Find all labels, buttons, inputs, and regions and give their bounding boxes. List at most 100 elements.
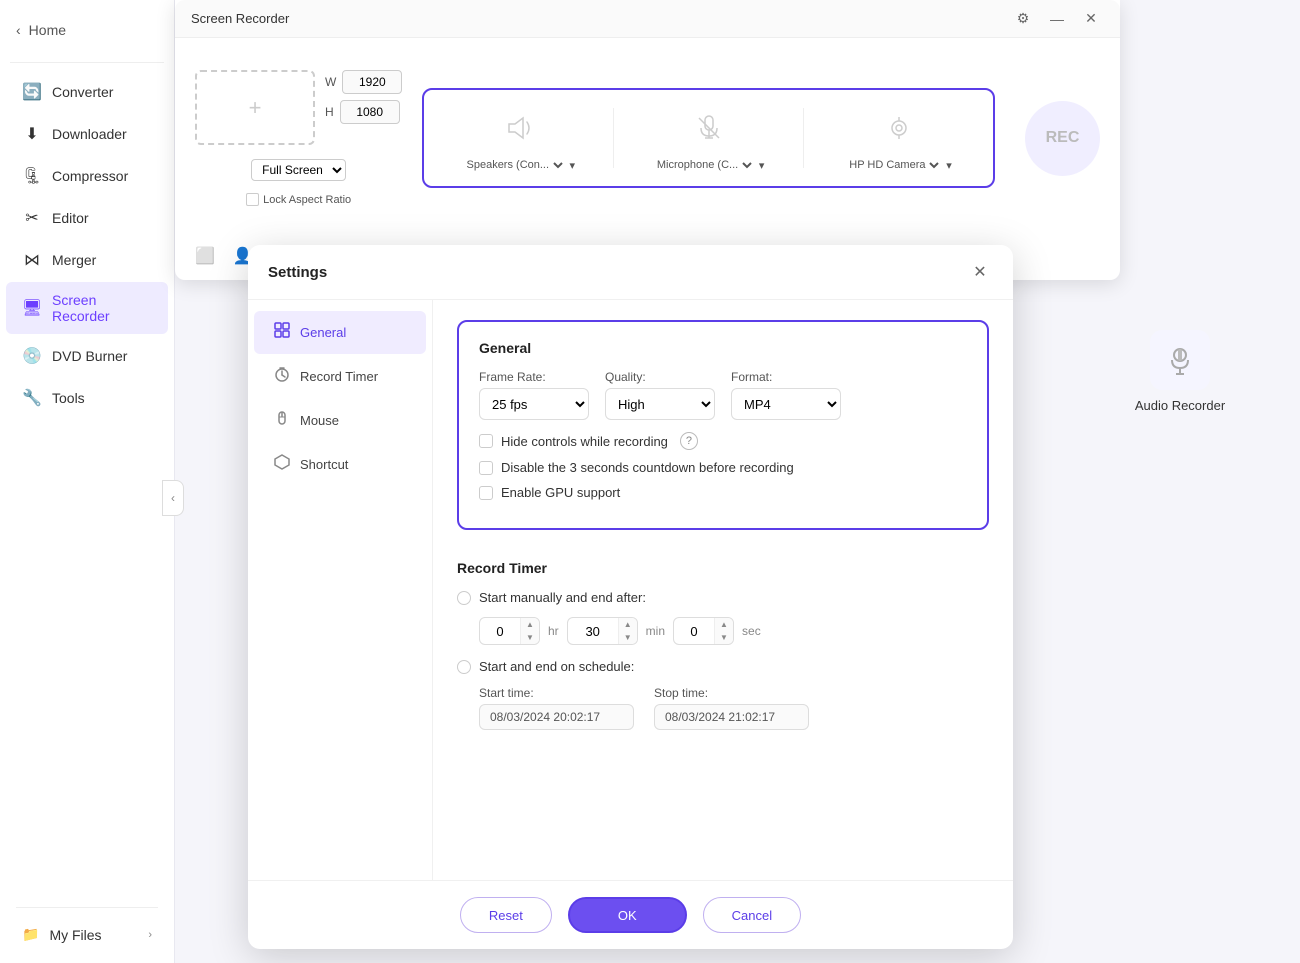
hide-controls-label: Hide controls while recording (501, 434, 668, 449)
quality-select[interactable]: High Low Medium Lossless (605, 388, 715, 420)
audio-recorder-card[interactable]: Audio Recorder (1120, 330, 1240, 413)
microphone-select-row: Microphone (C... ▾ (653, 158, 765, 172)
enable-gpu-label: Enable GPU support (501, 485, 620, 500)
schedule-radio-button[interactable] (457, 660, 471, 674)
microphone-select[interactable]: Microphone (C... (653, 158, 755, 172)
microphone-icon (685, 104, 733, 152)
downloader-icon: ⬇ (22, 124, 42, 144)
settings-modal-close-button[interactable]: ✕ (967, 259, 993, 285)
schedule-fields: Start time: Stop time: (479, 686, 989, 730)
manual-radio-row: Start manually and end after: (457, 590, 989, 605)
disable-countdown-checkbox[interactable] (479, 461, 493, 475)
rec-button[interactable]: REC (1025, 101, 1100, 176)
sidebar-item-label-converter: Converter (52, 84, 113, 100)
sec-input-wrap: ▲ ▼ (673, 617, 734, 645)
modal-footer: Reset OK Cancel (248, 880, 1013, 949)
ok-button[interactable]: OK (568, 897, 687, 933)
general-nav-icon (274, 322, 290, 343)
screen-preview[interactable]: + (195, 70, 315, 145)
width-input[interactable] (342, 70, 402, 94)
sidebar-item-label-dvd-burner: DVD Burner (52, 348, 127, 364)
start-time-input[interactable] (479, 704, 634, 730)
sidebar: ‹ Home 🔄 Converter ⬇ Downloader 🗜 Compre… (0, 0, 175, 963)
screen-plus-icon: + (249, 95, 262, 121)
frame-rate-select[interactable]: 25 fps 15 fps 20 fps 30 fps 60 fps (479, 388, 589, 420)
cancel-button[interactable]: Cancel (703, 897, 801, 933)
screen-recorder-icon: 🖥 (22, 298, 42, 318)
sidebar-item-compressor[interactable]: 🗜 Compressor (6, 156, 168, 196)
hide-controls-row: Hide controls while recording ? (479, 432, 967, 450)
settings-nav-record-timer[interactable]: Record Timer (254, 355, 426, 398)
recorder-title: Screen Recorder (191, 11, 289, 26)
camera-dropdown-icon: ▾ (946, 159, 952, 172)
settings-nav-general[interactable]: General (254, 311, 426, 354)
hr-spin-down[interactable]: ▼ (521, 631, 539, 644)
settings-nav-shortcut[interactable]: Shortcut (254, 443, 426, 486)
sidebar-item-label-editor: Editor (52, 210, 89, 226)
sidebar-home-label: Home (29, 22, 66, 38)
min-spin-up[interactable]: ▲ (619, 618, 637, 631)
record-timer-section: Record Timer Start manually and end afte… (457, 550, 989, 740)
manual-radio-button[interactable] (457, 591, 471, 605)
stop-time-input[interactable] (654, 704, 809, 730)
sidebar-item-dvd-burner[interactable]: 💿 DVD Burner (6, 336, 168, 376)
sidebar-item-merger[interactable]: ⋈ Merger (6, 240, 168, 280)
screenshot-toolbar-item[interactable]: ⬜ (195, 246, 215, 266)
hr-input-wrap: ▲ ▼ (479, 617, 540, 645)
fullscreen-row: Full Screen (251, 159, 346, 181)
settings-nav-mouse-label: Mouse (300, 413, 339, 428)
height-input[interactable] (340, 100, 400, 124)
stop-time-field: Stop time: (654, 686, 809, 730)
recorder-minimize-button[interactable]: — (1044, 6, 1070, 32)
sidebar-item-editor[interactable]: ✂ Editor (6, 198, 168, 238)
frame-rate-label: Frame Rate: (479, 370, 589, 384)
quality-label: Quality: (605, 370, 715, 384)
reset-button[interactable]: Reset (460, 897, 552, 933)
general-fields-row: Frame Rate: 25 fps 15 fps 20 fps 30 fps … (479, 370, 967, 420)
editor-icon: ✂ (22, 208, 42, 228)
sidebar-collapse-button[interactable]: ‹ (162, 480, 184, 516)
converter-icon: 🔄 (22, 82, 42, 102)
width-row: W (325, 70, 402, 94)
sidebar-item-label-merger: Merger (52, 252, 96, 268)
timer-fields: ▲ ▼ hr ▲ ▼ min (479, 617, 989, 645)
hr-input[interactable] (480, 624, 520, 639)
disable-countdown-row: Disable the 3 seconds countdown before r… (479, 460, 967, 475)
recorder-close-button[interactable]: ✕ (1078, 6, 1104, 32)
mouse-nav-icon (274, 410, 290, 431)
sidebar-item-tools[interactable]: 🔧 Tools (6, 378, 168, 418)
sidebar-myfiles[interactable]: 📁 My Files › (6, 916, 168, 953)
fullscreen-select[interactable]: Full Screen (251, 159, 346, 181)
hr-spin-up[interactable]: ▲ (521, 618, 539, 631)
lock-ratio-checkbox[interactable] (246, 193, 259, 206)
recorder-window: Screen Recorder ⚙ — ✕ + W H (175, 0, 1120, 280)
hide-controls-help-icon[interactable]: ? (680, 432, 698, 450)
format-select[interactable]: MP4 MOV AVI MKV GIF (731, 388, 841, 420)
sidebar-divider-top (10, 62, 164, 63)
sidebar-item-screen-recorder[interactable]: 🖥 Screen Recorder (6, 282, 168, 334)
sec-input[interactable] (674, 624, 714, 639)
sidebar-back-home[interactable]: ‹ Home (0, 10, 174, 50)
sidebar-item-downloader[interactable]: ⬇ Downloader (6, 114, 168, 154)
min-spin-down[interactable]: ▼ (619, 631, 637, 644)
enable-gpu-checkbox[interactable] (479, 486, 493, 500)
sec-spin-down[interactable]: ▼ (715, 631, 733, 644)
modal-titlebar: Settings ✕ (248, 245, 1013, 300)
general-section-title: General (479, 340, 967, 356)
sidebar-item-label-compressor: Compressor (52, 168, 128, 184)
settings-nav-mouse[interactable]: Mouse (254, 399, 426, 442)
lock-ratio-label: Lock Aspect Ratio (263, 194, 351, 206)
recorder-settings-button[interactable]: ⚙ (1010, 6, 1036, 32)
quality-field: Quality: High Low Medium Lossless (605, 370, 715, 420)
settings-modal: Settings ✕ General (248, 245, 1013, 949)
width-label: W (325, 75, 336, 89)
min-input[interactable] (568, 624, 618, 639)
sidebar-item-label-downloader: Downloader (52, 126, 127, 142)
hide-controls-checkbox[interactable] (479, 434, 493, 448)
sidebar-item-converter[interactable]: 🔄 Converter (6, 72, 168, 112)
frame-rate-field: Frame Rate: 25 fps 15 fps 20 fps 30 fps … (479, 370, 589, 420)
speakers-select[interactable]: Speakers (Con... (463, 158, 566, 172)
screenshot-icon: ⬜ (195, 246, 215, 266)
camera-select[interactable]: HP HD Camera (845, 158, 942, 172)
sec-spin-up[interactable]: ▲ (715, 618, 733, 631)
